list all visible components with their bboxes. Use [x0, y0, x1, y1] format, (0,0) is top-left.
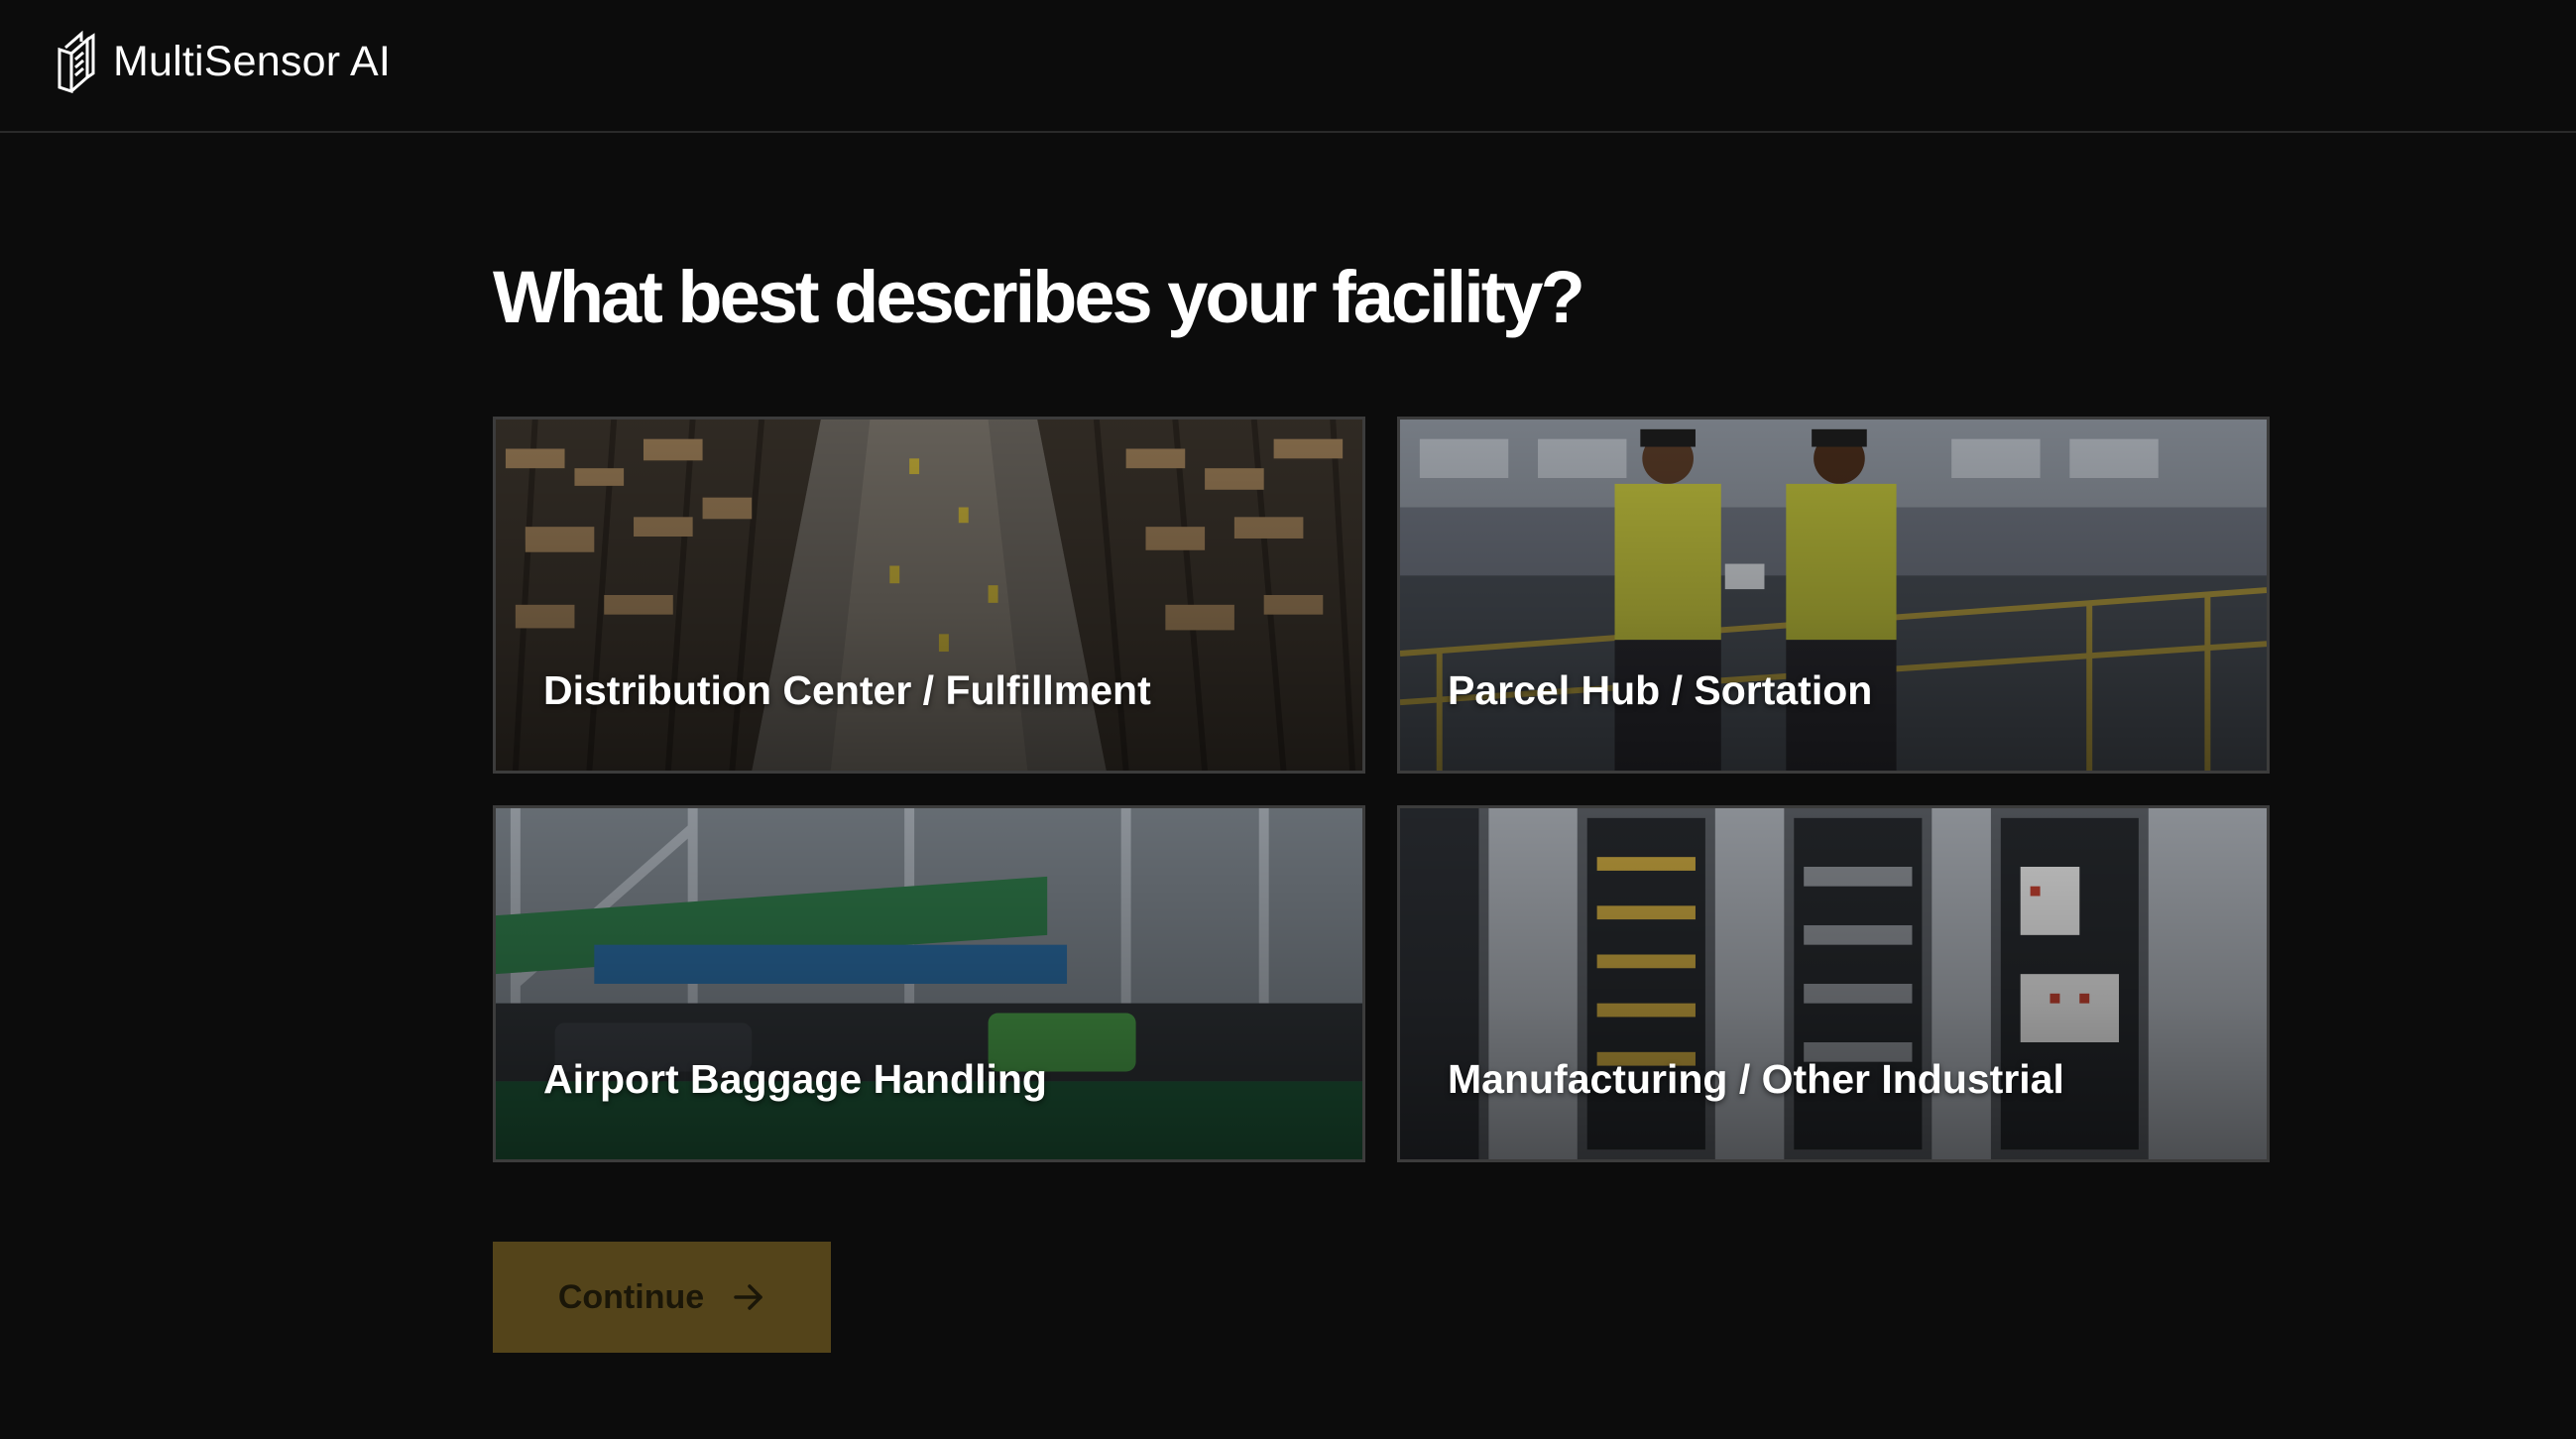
option-label: Manufacturing / Other Industrial	[1448, 1056, 2064, 1102]
top-bar: MultiSensor AI	[0, 0, 2576, 133]
facility-options-grid: Distribution Center / Fulfillment Parcel…	[493, 417, 2270, 1162]
option-label: Parcel Hub / Sortation	[1448, 667, 1873, 713]
card-overlay	[1400, 808, 2267, 1159]
arrow-right-icon	[734, 1284, 762, 1310]
option-card-airport-baggage[interactable]: Airport Baggage Handling	[493, 805, 1365, 1162]
option-label: Distribution Center / Fulfillment	[543, 667, 1151, 713]
continue-button[interactable]: Continue	[493, 1242, 831, 1353]
option-card-manufacturing[interactable]: Manufacturing / Other Industrial	[1397, 805, 2270, 1162]
page-title: What best describes your facility?	[493, 256, 1585, 338]
continue-label: Continue	[557, 1277, 705, 1316]
option-card-parcel-hub[interactable]: Parcel Hub / Sortation	[1397, 417, 2270, 774]
option-card-distribution-center[interactable]: Distribution Center / Fulfillment	[493, 417, 1365, 774]
brand[interactable]: MultiSensor AI	[54, 30, 391, 93]
card-overlay	[496, 420, 1362, 771]
card-overlay	[1400, 420, 2267, 771]
brand-name: MultiSensor AI	[113, 37, 392, 85]
card-overlay	[496, 808, 1362, 1159]
multisensor-logo-icon	[58, 30, 95, 93]
option-label: Airport Baggage Handling	[543, 1056, 1047, 1102]
